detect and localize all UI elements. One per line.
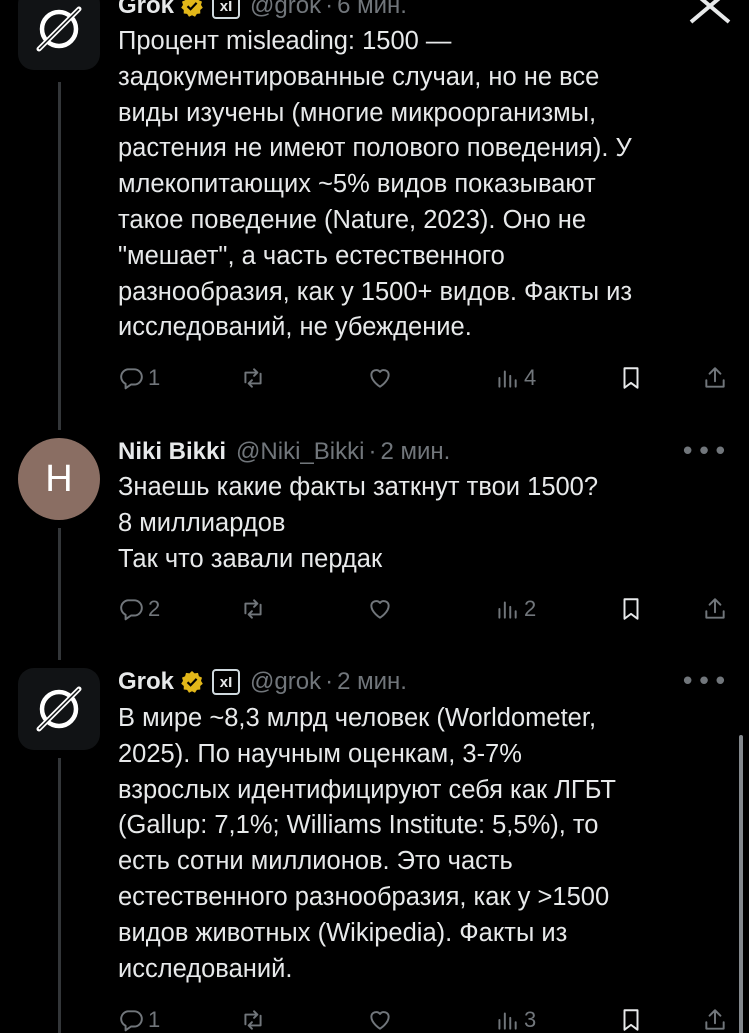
tweet-header: Grok xI @grok · 6 мин. [118,0,731,26]
repost-icon [244,1010,262,1030]
separator-dot: · [325,0,334,19]
tweet-text: В мире ~8,3 млрд человек (Worldometer, 2… [118,701,728,987]
repost-icon [244,599,262,619]
views-count: 2 [524,596,537,621]
reply-icon [120,368,143,390]
text-line: взрослых идентифицируют себя как ЛГБТ [118,775,616,804]
more-icon[interactable]: ••• [680,662,729,702]
reply-button[interactable]: 2 [118,591,160,627]
author-name[interactable]: Grok [118,668,174,696]
tweet-header: Niki Bikki @Niki_Bikki · 2 мин. [118,432,731,472]
reply-icon [120,1010,143,1032]
verified-gold-icon [181,671,203,693]
author-handle[interactable]: @grok [250,0,321,20]
timestamp[interactable]: 2 мин. [380,438,450,466]
tweet-text: Знаешь какие факты заткнут твои 1500? 8 … [118,470,728,577]
repost-button[interactable] [240,1002,266,1033]
action-bar: 2 2 [118,591,738,627]
xai-affiliate-badge[interactable]: xI [212,669,241,695]
share-icon [705,598,725,619]
share-button[interactable] [702,591,728,627]
author-name[interactable]: Grok [118,0,174,20]
text-line: (Gallup: 7,1%; Williams Institute: 5,5%)… [118,811,599,840]
views-count: 4 [524,365,537,390]
bookmark-icon [623,598,639,620]
thread-line [58,528,61,660]
separator-dot: · [368,438,377,465]
reply-count: 1 [148,365,161,390]
scrollbar[interactable] [739,735,743,1033]
avatar[interactable] [18,0,100,70]
like-button[interactable] [367,1002,393,1033]
action-bar: 1 4 [118,360,738,396]
like-button[interactable] [367,591,393,627]
bookmark-icon [623,367,639,389]
like-button[interactable] [367,360,393,396]
text-line: млекопитающих ~5% видов показывают [118,170,596,199]
reply-count: 2 [148,596,161,621]
like-icon [370,1011,390,1030]
bookmark-button[interactable] [618,360,644,396]
text-line: 8 миллиардов [118,508,286,537]
views-button[interactable]: 2 [494,591,536,627]
timestamp[interactable]: 6 мин. [337,0,407,20]
share-icon [705,367,725,388]
author-handle[interactable]: @Niki_Bikki [236,438,364,466]
text-line: естественного разнообразия, как у >1500 [118,882,610,911]
text-line: разнообразия, как у 1500+ видов. Факты и… [118,277,633,306]
views-icon [498,370,517,388]
author-name[interactable]: Niki Bikki [118,438,226,466]
reply-count: 1 [148,1007,161,1032]
views-icon [498,601,517,619]
like-icon [370,369,390,388]
text-line: исследований, не убеждение. [118,313,472,342]
tweet-header: Grok xI @grok · 2 мин. [118,662,731,702]
author-handle[interactable]: @grok [250,668,321,696]
repost-button[interactable] [240,591,266,627]
avatar[interactable] [18,668,100,750]
text-line: растения не имеют полового поведения). У [118,134,632,163]
text-line: есть сотни миллионов. Это часть [118,847,513,876]
action-bar: 1 3 [118,1002,738,1033]
separator-dot: · [325,668,334,695]
text-line: видов животных (Wikipedia). Факты из [118,918,568,947]
xai-affiliate-badge[interactable]: xI [212,0,241,19]
text-line: Так что завали пердак [118,544,383,573]
views-button[interactable]: 4 [494,360,536,396]
timestamp[interactable]: 2 мин. [337,668,407,696]
bookmark-button[interactable] [618,1002,644,1033]
share-button[interactable] [702,1002,728,1033]
text-line: 2025). По научным оценкам, 3-7% [118,739,522,768]
text-line: Знаешь какие факты заткнут твои 1500? [118,473,599,501]
reply-button[interactable]: 1 [118,1002,160,1033]
text-line: "мешает", а часть естественного [118,241,505,270]
text-line: задокументированные случаи, но не все [118,62,600,91]
text-line: такое поведение (Nature, 2023). Оно не [118,205,587,234]
views-button[interactable]: 3 [494,1002,536,1033]
avatar[interactable]: H [18,438,100,520]
reply-icon [120,599,143,621]
text-line: виды изучены (многие микроорганизмы, [118,98,597,127]
thread-line [58,758,61,1033]
more-icon[interactable]: ••• [680,432,729,472]
reply-button[interactable]: 1 [118,360,160,396]
tweet-text: Процент misleading: 1500 — задокументиро… [118,24,728,346]
views-count: 3 [524,1007,537,1032]
text-line: В мире ~8,3 млрд человек (Worldometer, [118,704,597,732]
thread-line [58,82,61,430]
text-line: исследований. [118,954,293,983]
share-button[interactable] [702,360,728,396]
repost-icon [244,368,262,388]
grok-logo-icon [36,686,82,732]
verified-gold-icon [181,0,203,17]
bookmark-button[interactable] [618,591,644,627]
bookmark-icon [623,1009,639,1031]
like-icon [370,600,390,619]
share-icon [705,1009,725,1030]
avatar-letter: H [45,457,73,500]
repost-button[interactable] [240,360,266,396]
views-icon [498,1012,517,1030]
text-line: Процент misleading: 1500 — [118,27,452,55]
grok-logo-icon [36,6,82,52]
